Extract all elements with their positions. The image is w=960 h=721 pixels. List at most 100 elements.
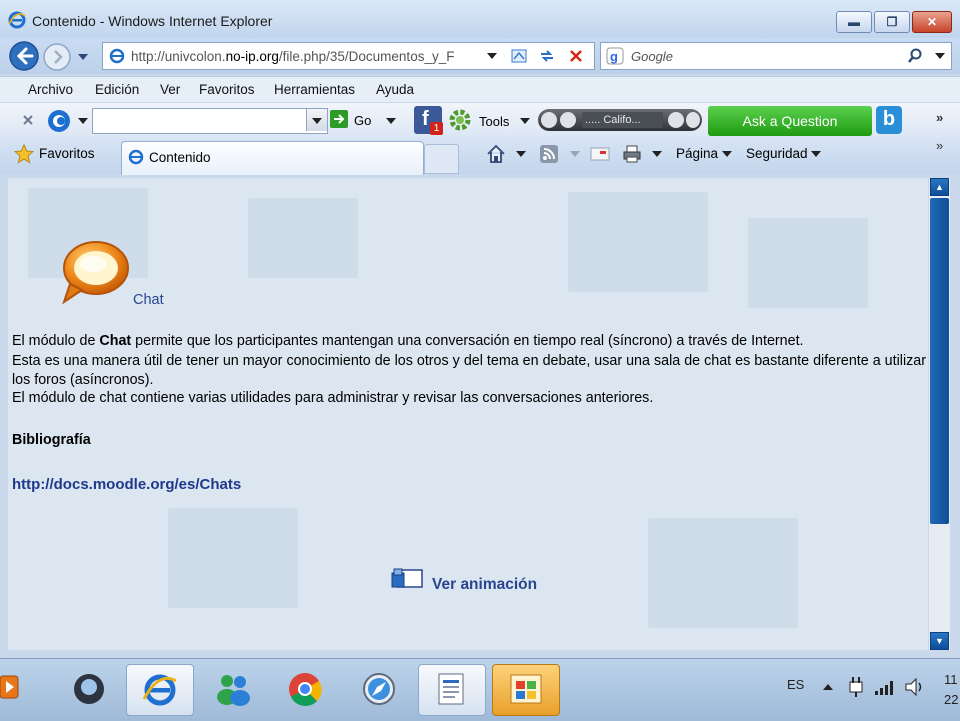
home-dropdown-icon[interactable] xyxy=(516,150,526,158)
address-bar[interactable]: http://univcolon.no-ip.org/file.php/35/D… xyxy=(102,42,504,70)
power-plug-icon[interactable] xyxy=(846,676,866,698)
paragraph-2: Esta es una manera útil de tener un mayo… xyxy=(12,353,926,388)
rss-dropdown-icon[interactable] xyxy=(570,150,580,158)
new-tab-button[interactable] xyxy=(424,144,459,174)
bibliography-link[interactable]: http://docs.moodle.org/es/Chats xyxy=(12,476,241,493)
tools-label: Tools xyxy=(479,114,510,129)
toolbar-overflow-icon[interactable]: » xyxy=(936,110,943,125)
page-menu[interactable]: Página xyxy=(676,146,732,161)
tab-contenido[interactable]: Contenido xyxy=(121,141,424,175)
menu-favoritos[interactable]: Favoritos xyxy=(199,82,255,97)
back-button[interactable] xyxy=(8,40,40,72)
command-bar-overflow-icon[interactable]: » xyxy=(936,138,943,153)
window-title: Contenido - Windows Internet Explorer xyxy=(32,13,273,29)
network-signal-icon[interactable] xyxy=(874,678,896,696)
media-menu-icon[interactable] xyxy=(686,112,700,128)
media-center-icon xyxy=(74,674,104,704)
scrollbar-thumb[interactable] xyxy=(930,198,949,524)
search-icon[interactable] xyxy=(907,48,923,64)
toolbar-search-input[interactable] xyxy=(92,108,328,134)
toolbar-logo-dropdown-icon[interactable] xyxy=(78,117,88,125)
animation-icon[interactable] xyxy=(390,567,424,591)
document-icon xyxy=(438,673,464,705)
window-title-bar: Contenido - Windows Internet Explorer xyxy=(0,0,960,38)
background-tile xyxy=(648,518,798,628)
volume-speaker-icon[interactable] xyxy=(904,678,926,696)
facebook-notification-badge: 1 xyxy=(430,122,443,135)
scroll-up-button[interactable]: ▲ xyxy=(930,178,949,196)
taskbar-safari[interactable] xyxy=(346,664,412,714)
tools-dropdown-icon[interactable] xyxy=(520,117,530,125)
menu-ver[interactable]: Ver xyxy=(160,82,180,97)
security-menu-label: Seguridad xyxy=(746,146,808,161)
print-dropdown-icon[interactable] xyxy=(652,150,662,158)
show-hidden-icons-icon[interactable] xyxy=(822,682,834,692)
menu-ayuda[interactable]: Ayuda xyxy=(376,82,414,97)
search-placeholder: Google xyxy=(631,49,673,64)
taskbar-internet-explorer[interactable] xyxy=(126,664,194,716)
background-tile xyxy=(248,198,358,278)
compatibility-view-icon[interactable] xyxy=(510,47,528,65)
address-url[interactable]: http://univcolon.no-ip.org/file.php/35/D… xyxy=(131,49,479,64)
close-toolbar-icon[interactable] xyxy=(22,114,34,126)
maximize-button[interactable]: ❐ xyxy=(874,11,910,33)
go-label: Go xyxy=(354,113,372,128)
search-options-dropdown-icon[interactable] xyxy=(935,52,945,60)
taskbar-document-app[interactable] xyxy=(418,664,486,716)
chevron-down-icon xyxy=(811,151,822,157)
bibliography-heading: Bibliografía xyxy=(12,432,91,448)
gear-icon xyxy=(449,109,471,131)
recent-pages-dropdown[interactable] xyxy=(77,52,89,62)
ver-animacion-link[interactable]: Ver animación xyxy=(432,576,537,594)
internet-explorer-icon xyxy=(8,11,26,29)
menu-edicion[interactable]: Edición xyxy=(95,82,139,97)
facebook-icon[interactable]: f 1 xyxy=(414,106,443,135)
media-station-select[interactable]: ..... Califo... xyxy=(582,112,663,128)
address-dropdown-icon[interactable] xyxy=(487,52,497,60)
google-icon: g xyxy=(606,47,624,65)
menu-herramientas[interactable]: Herramientas xyxy=(274,82,355,97)
paragraph-3: El módulo de chat contiene varias utilid… xyxy=(12,390,654,406)
stop-icon[interactable] xyxy=(568,48,584,64)
media-player-bar[interactable]: ..... Califo... xyxy=(538,109,702,131)
ask-a-question-button[interactable]: Ask a Question xyxy=(708,106,872,136)
star-icon xyxy=(14,144,34,164)
system-clock[interactable]: 11 22 xyxy=(944,670,958,710)
toolbar-logo-icon[interactable] xyxy=(46,108,72,134)
minimize-button[interactable]: ▬ xyxy=(836,11,872,33)
close-window-button[interactable]: ✕ xyxy=(912,11,952,33)
safari-compass-icon xyxy=(363,673,395,705)
taskbar-messenger[interactable] xyxy=(200,664,266,714)
chevron-down-icon xyxy=(312,118,322,124)
go-dropdown-icon[interactable] xyxy=(386,117,396,125)
background-tile xyxy=(168,508,298,608)
page-content: Chat El módulo de Chat permite que los p… xyxy=(8,178,928,650)
toolbar-search-dropdown[interactable] xyxy=(306,109,327,131)
bing-icon[interactable]: b xyxy=(876,106,902,134)
home-icon[interactable] xyxy=(486,144,506,164)
start-orb-icon[interactable] xyxy=(0,672,24,702)
search-box[interactable]: g Google xyxy=(600,42,952,70)
scroll-down-button[interactable]: ▼ xyxy=(930,632,949,650)
internet-explorer-icon xyxy=(142,674,177,706)
volume-icon[interactable] xyxy=(668,112,684,128)
taskbar-chrome[interactable] xyxy=(272,664,338,714)
rss-feed-icon[interactable] xyxy=(540,145,558,163)
messenger-icon xyxy=(217,675,250,706)
taskbar-presentation-app[interactable] xyxy=(492,664,560,716)
play-icon[interactable] xyxy=(560,112,576,128)
menu-archivo[interactable]: Archivo xyxy=(28,82,73,97)
security-menu[interactable]: Seguridad xyxy=(746,146,822,161)
windows-flag-icon xyxy=(510,674,542,704)
page-icon xyxy=(109,48,125,64)
taskbar-media-center[interactable] xyxy=(56,664,122,714)
page-menu-label: Página xyxy=(676,146,719,161)
print-icon[interactable] xyxy=(622,144,642,164)
previous-track-icon[interactable] xyxy=(541,112,557,128)
read-mail-icon[interactable] xyxy=(590,146,610,162)
refresh-icon[interactable] xyxy=(538,47,556,65)
language-indicator[interactable]: ES xyxy=(787,677,804,692)
favorites-label: Favoritos xyxy=(39,146,95,161)
forward-button[interactable] xyxy=(42,42,72,72)
chevron-down-icon xyxy=(721,151,732,157)
